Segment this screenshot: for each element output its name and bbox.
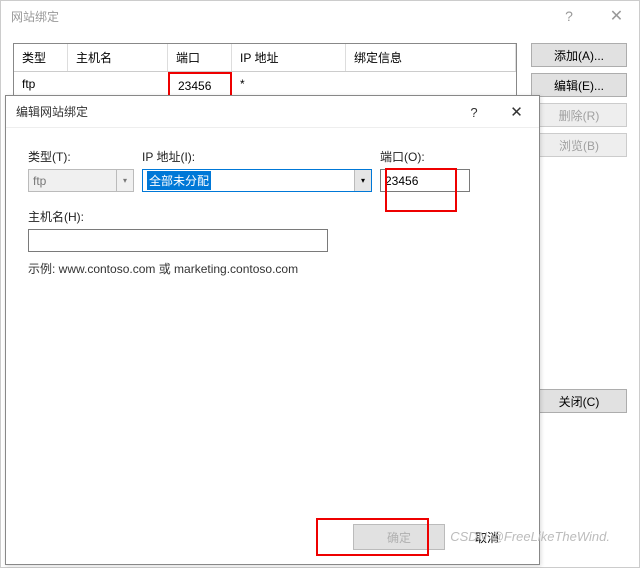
host-field: 主机名(H): xyxy=(28,208,328,252)
add-button[interactable]: 添加(A)... xyxy=(531,43,627,67)
chevron-down-icon: ▾ xyxy=(116,170,133,191)
ok-button: 确定 xyxy=(353,524,445,550)
edit-button[interactable]: 编辑(E)... xyxy=(531,73,627,97)
type-value: ftp xyxy=(33,174,46,188)
edit-binding-dialog: 编辑网站绑定 ? ✕ 类型(T): ftp ▾ IP 地址(I): 全部未分配 … xyxy=(5,95,540,565)
parent-title: 网站绑定 xyxy=(11,8,629,25)
host-label: 主机名(H): xyxy=(28,208,328,225)
port-label: 端口(O): xyxy=(380,148,470,165)
button-column: 添加(A)... 编辑(E)... 删除(R) 浏览(B) 关闭(C) xyxy=(531,43,627,413)
remove-button: 删除(R) xyxy=(531,103,627,127)
col-bind-header: 绑定信息 xyxy=(346,44,516,71)
child-help-button[interactable]: ? xyxy=(454,96,494,128)
type-label: 类型(T): xyxy=(28,148,134,165)
type-field: 类型(T): ftp ▾ xyxy=(28,148,134,192)
parent-help-button[interactable]: ? xyxy=(549,1,589,31)
browse-button: 浏览(B) xyxy=(531,133,627,157)
ip-select[interactable]: 全部未分配 ▾ xyxy=(142,169,372,192)
child-titlebar: 编辑网站绑定 ? ✕ xyxy=(6,96,539,128)
col-ip-header: IP 地址 xyxy=(232,44,346,71)
example-text: 示例: www.contoso.com 或 marketing.contoso.… xyxy=(28,260,517,277)
col-type-header: 类型 xyxy=(14,44,68,71)
child-close-button[interactable]: ✕ xyxy=(494,96,539,128)
port-input[interactable] xyxy=(380,169,470,192)
ip-field: IP 地址(I): 全部未分配 ▾ xyxy=(142,148,372,192)
cancel-button[interactable]: 取消 xyxy=(457,529,517,546)
host-input[interactable] xyxy=(28,229,328,252)
parent-close-button[interactable]: ✕ xyxy=(594,1,639,31)
child-title: 编辑网站绑定 xyxy=(16,103,529,120)
ip-label: IP 地址(I): xyxy=(142,148,372,165)
parent-titlebar: 网站绑定 ? ✕ xyxy=(1,1,639,31)
ip-value: 全部未分配 xyxy=(147,171,211,190)
port-field: 端口(O): xyxy=(380,148,470,192)
type-select: ftp ▾ xyxy=(28,169,134,192)
chevron-down-icon[interactable]: ▾ xyxy=(354,170,371,191)
close-button[interactable]: 关闭(C) xyxy=(531,389,627,413)
table-header: 类型 主机名 端口 IP 地址 绑定信息 xyxy=(14,44,516,72)
col-port-header: 端口 xyxy=(168,44,232,71)
col-host-header: 主机名 xyxy=(68,44,168,71)
